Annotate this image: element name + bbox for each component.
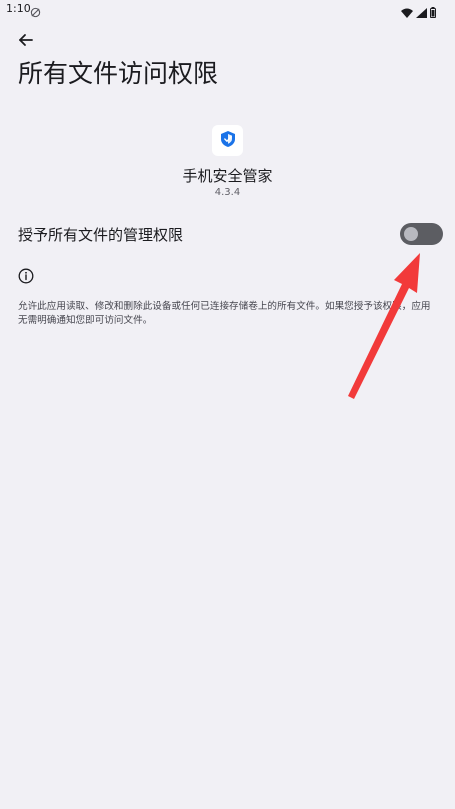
app-version: 4.3.4 bbox=[214, 187, 241, 198]
app-name: 手机安全管家 bbox=[182, 167, 273, 185]
wifi-icon bbox=[401, 3, 413, 22]
shield-check-icon bbox=[219, 130, 237, 152]
permission-row[interactable]: 授予所有文件的管理权限 bbox=[0, 214, 455, 256]
arrow-left-icon bbox=[18, 32, 34, 52]
permission-label: 授予所有文件的管理权限 bbox=[18, 226, 184, 244]
status-time: 1:10 bbox=[6, 2, 31, 15]
permission-toggle[interactable] bbox=[400, 223, 443, 245]
page-title: 所有文件访问权限 bbox=[18, 59, 219, 88]
sync-off-icon bbox=[30, 3, 41, 22]
status-icons bbox=[401, 3, 436, 22]
status-bar: 1:10 bbox=[0, 0, 455, 20]
toggle-thumb bbox=[404, 227, 418, 241]
signal-icon bbox=[416, 3, 427, 22]
battery-icon bbox=[430, 3, 436, 22]
back-button[interactable] bbox=[12, 28, 40, 56]
info-circle-icon bbox=[18, 268, 34, 288]
annotation-arrow bbox=[348, 253, 420, 399]
app-icon bbox=[212, 125, 243, 156]
permission-description: 允许此应用读取、修改和删除此设备或任何已连接存储卷上的所有文件。如果您授予该权限… bbox=[18, 301, 431, 326]
